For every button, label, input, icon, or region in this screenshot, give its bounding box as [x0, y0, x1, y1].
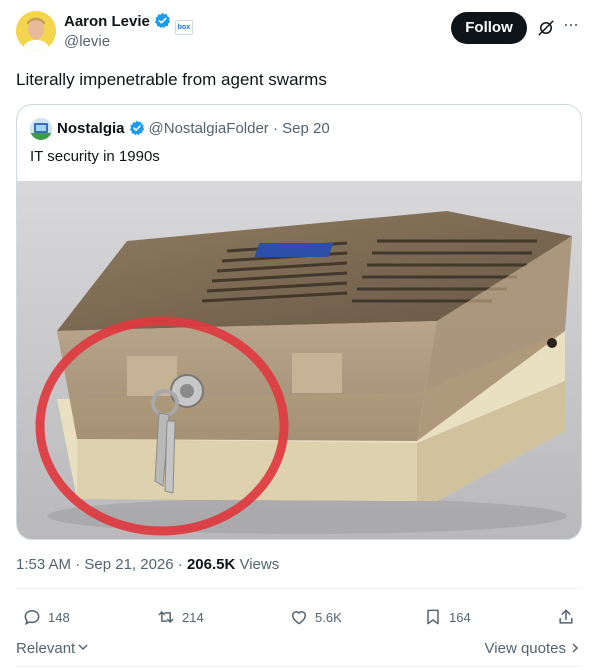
view-quotes-link[interactable]: View quotes [485, 640, 580, 657]
affiliation-badge-icon[interactable]: box [174, 20, 193, 35]
divider [16, 666, 582, 667]
divider [16, 588, 582, 589]
reply-count: 148 [48, 609, 70, 625]
chevron-down-icon [75, 640, 89, 657]
follow-button[interactable]: Follow [451, 12, 527, 44]
sort-replies-dropdown[interactable]: Relevant [16, 640, 89, 657]
author-handle[interactable]: @levie [64, 33, 110, 50]
author-name-row[interactable]: Aaron Levie box [64, 12, 193, 35]
verified-icon [154, 12, 171, 33]
repost-count: 214 [182, 609, 204, 625]
tweet-meta: 1:53 AM · Sep 21, 2026 · 206.5K Views [16, 556, 279, 573]
view-quotes-label: View quotes [484, 640, 566, 657]
quote-image[interactable] [17, 181, 581, 539]
share-icon [559, 609, 573, 624]
bookmark-count: 164 [449, 609, 471, 625]
share-button[interactable] [556, 606, 576, 628]
bookmark-button[interactable]: 164 [423, 606, 471, 628]
reply-icon [24, 609, 40, 626]
quote-author-row: Nostalgia @NostalgiaFolder · Sep 20 [57, 120, 330, 140]
quote-verified-icon [129, 120, 145, 140]
like-count: 5.6K [315, 609, 342, 625]
quote-author-name[interactable]: Nostalgia [57, 120, 125, 137]
reply-button[interactable]: 148 [22, 606, 70, 628]
views-count: 206.5K [186, 556, 236, 573]
author-name[interactable]: Aaron Levie [64, 13, 150, 30]
sort-label: Relevant [16, 640, 76, 657]
repost-icon [158, 611, 174, 623]
author-avatar[interactable] [16, 11, 56, 51]
tweet-text: Literally impenetrable from agent swarms [16, 70, 327, 89]
bookmark-icon [427, 609, 439, 625]
repost-button[interactable]: 214 [156, 606, 204, 628]
quoted-tweet[interactable]: Nostalgia @NostalgiaFolder · Sep 20 IT se… [16, 104, 582, 540]
heart-icon [292, 611, 306, 625]
quote-avatar[interactable] [30, 118, 52, 140]
timestamp[interactable]: 1:53 AM · Sep 21, 2026 · [16, 556, 187, 573]
more-options-icon[interactable]: ··· [563, 15, 583, 38]
quote-text: IT security in 1990s [30, 148, 160, 165]
like-button[interactable]: 5.6K [289, 606, 342, 628]
grok-icon[interactable] [537, 19, 555, 37]
quote-handle-date[interactable]: @NostalgiaFolder · Sep 20 [149, 120, 330, 137]
views-label: Views [235, 556, 280, 573]
chevron-right-icon [566, 640, 580, 657]
